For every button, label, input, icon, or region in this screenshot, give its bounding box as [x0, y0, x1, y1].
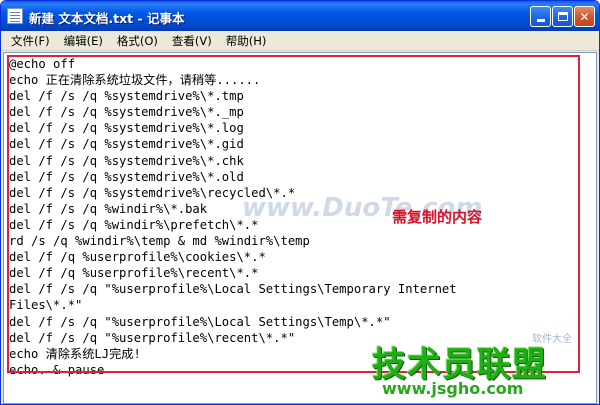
text-editor[interactable]: www.DuoTe.com @echo off echo 正在清除系统垃圾文件，… [3, 52, 597, 404]
close-button[interactable]: ✕ [574, 6, 595, 27]
notepad-icon[interactable] [7, 8, 23, 24]
maximize-icon [557, 12, 568, 21]
menu-view[interactable]: 查看(V) [166, 33, 220, 49]
menu-file[interactable]: 文件(F) [5, 33, 58, 49]
menu-format[interactable]: 格式(O) [111, 33, 166, 49]
menu-bar: 文件(F) 编辑(E) 格式(O) 查看(V) 帮助(H) [1, 31, 599, 51]
selection-highlight-box [7, 55, 580, 373]
maximize-button[interactable] [552, 6, 573, 27]
title-bar[interactable]: 新建 文本文档.txt - 记事本 ✕ [1, 1, 599, 31]
site-url-watermark: www.jsgho.com [382, 379, 524, 398]
minimize-icon [536, 19, 545, 22]
copy-annotation-label: 需复制的内容 [392, 208, 483, 226]
close-icon: ✕ [579, 9, 590, 24]
window-title: 新建 文本文档.txt - 记事本 [29, 11, 185, 26]
menu-help[interactable]: 帮助(H) [220, 33, 275, 49]
minimize-button[interactable] [530, 6, 551, 27]
notepad-window: 新建 文本文档.txt - 记事本 ✕ 文件(F) 编辑(E) 格式(O) 查看… [0, 0, 600, 405]
menu-edit[interactable]: 编辑(E) [58, 33, 111, 49]
